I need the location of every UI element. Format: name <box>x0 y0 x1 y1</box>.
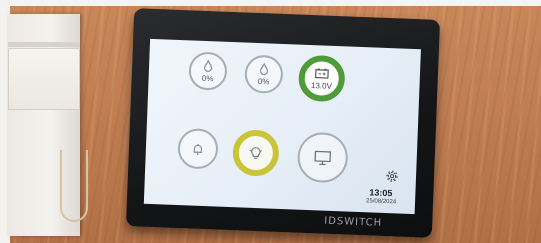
tile-battery[interactable]: 13.0V <box>297 54 346 103</box>
clock-time: 13:05 <box>369 187 393 199</box>
brand-logo: IDSWITCH <box>324 215 383 229</box>
cable <box>60 150 88 222</box>
droplet-icon <box>259 62 269 76</box>
tile-alarm[interactable] <box>177 128 219 170</box>
clock-date: 25/08/2024 <box>365 198 397 206</box>
lightbulb-icon <box>249 147 263 159</box>
touch-screen: 0% 0% 13.0V 13:05 25/08/2024 <box>143 38 421 215</box>
tile-water-tank-2[interactable]: 0% <box>244 54 284 94</box>
tile-water-tank-1[interactable]: 0% <box>188 51 228 91</box>
bell-icon <box>193 144 203 155</box>
cabinet-panel <box>8 48 80 110</box>
ceiling-edge <box>0 0 541 6</box>
tile-tv[interactable] <box>296 131 349 184</box>
tile-value: 0% <box>257 77 270 87</box>
battery-voltage: 13.0V <box>310 81 333 91</box>
monitor-icon <box>314 150 332 165</box>
tile-value: 0% <box>201 73 214 84</box>
droplet-icon <box>203 59 213 72</box>
battery-icon <box>315 68 329 79</box>
tile-lights[interactable] <box>231 129 280 177</box>
control-panel-device: 0% 0% 13.0V 13:05 25/08/2024 IDSWITCH <box>125 8 441 238</box>
gear-icon[interactable] <box>385 169 400 184</box>
